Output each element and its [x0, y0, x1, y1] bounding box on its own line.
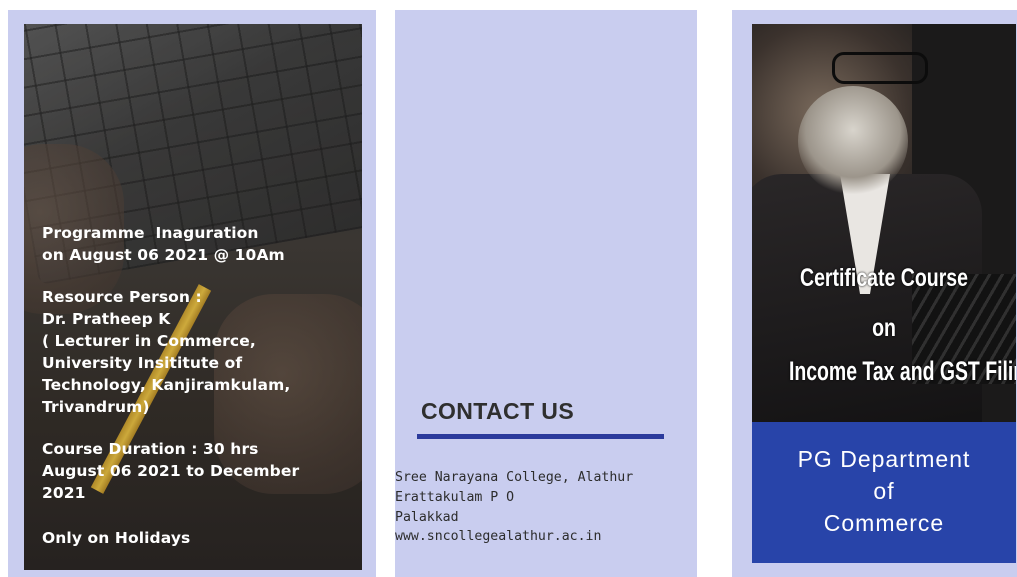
course-title-line: Certificate Course [800, 264, 968, 292]
resource-person-text: Resource Person : Dr. Pratheep K ( Lectu… [42, 288, 291, 416]
course-title-line: Income Tax and GST Filing [788, 356, 1016, 386]
department-box: PG Department of Commerce [752, 422, 1016, 563]
address-line: Sree Narayana College, Alathur [395, 470, 634, 485]
inauguration-text: Programme Inaguration on August 06 2021 … [42, 224, 285, 264]
heading-underline [417, 434, 664, 439]
course-panel: Certificate Course on Income Tax and GST… [732, 10, 1017, 577]
glasses-image [832, 52, 928, 84]
contact-heading: CONTACT US [421, 398, 575, 424]
address-line: Erattakulam P O [395, 490, 515, 505]
course-title-line: on [872, 314, 896, 342]
website-link[interactable]: www.sncollegealathur.ac.in [395, 529, 601, 544]
department-line: Commerce [823, 510, 945, 536]
department-line: PG Department [797, 446, 971, 472]
professor-photo: Certificate Course on Income Tax and GST… [752, 24, 1016, 429]
contact-panel: CONTACT US Sree Narayana College, Alathu… [395, 10, 697, 577]
address-line: Palakkad [395, 510, 459, 525]
course-duration-text: Course Duration : 30 hrs August 06 2021 … [42, 440, 300, 502]
holidays-text: Only on Holidays [42, 529, 191, 547]
inauguration-card: Programme Inaguration on August 06 2021 … [24, 24, 362, 570]
department-line: of [873, 478, 895, 504]
